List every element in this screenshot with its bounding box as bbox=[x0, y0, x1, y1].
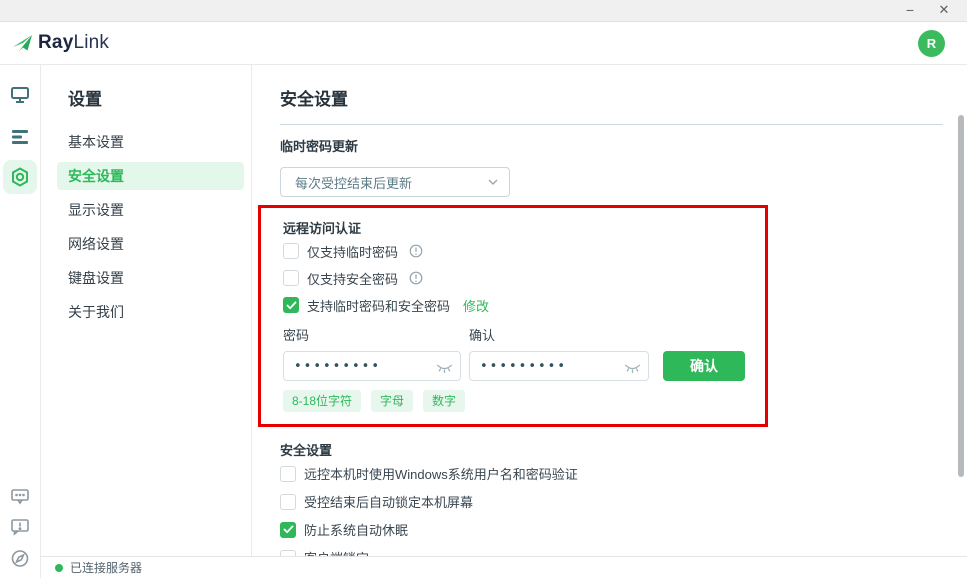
option-label: 仅支持临时密码 bbox=[307, 242, 398, 261]
rule-badge-length: 8-18位字符 bbox=[283, 390, 361, 412]
brand-arrow-icon bbox=[11, 32, 35, 54]
password-rules: 8-18位字符 字母 数字 bbox=[283, 390, 765, 412]
info-icon[interactable] bbox=[409, 244, 423, 258]
nav-item-security[interactable]: 安全设置 bbox=[57, 162, 244, 190]
app-header: RayLink R bbox=[0, 22, 967, 65]
avatar[interactable]: R bbox=[918, 30, 945, 57]
option-label: 远控本机时使用Windows系统用户名和密码验证 bbox=[304, 464, 578, 483]
brand-name-bold: Ray bbox=[38, 32, 73, 54]
nav-item-keyboard[interactable]: 键盘设置 bbox=[57, 264, 244, 292]
help-compass-icon[interactable] bbox=[11, 549, 30, 568]
checkbox-secure-only[interactable] bbox=[283, 270, 299, 286]
checkbox-temp-only[interactable] bbox=[283, 243, 299, 259]
chat-icon[interactable] bbox=[10, 488, 30, 506]
confirm-label: 确认 bbox=[469, 325, 649, 344]
password-field-group: 密码 bbox=[283, 325, 461, 381]
nav-item-display[interactable]: 显示设置 bbox=[57, 196, 244, 224]
scrollbar-thumb[interactable] bbox=[958, 115, 964, 477]
feedback-icon[interactable] bbox=[10, 518, 30, 536]
rule-badge-letters: 字母 bbox=[371, 390, 413, 412]
option-row-prevent-sleep: 防止系统自动休眠 bbox=[280, 516, 943, 543]
security-section-title: 安全设置 bbox=[280, 440, 943, 459]
option-label: 支持临时密码和安全密码 bbox=[307, 296, 450, 315]
app-window: − ✕ RayLink R bbox=[0, 0, 967, 578]
option-row-autolock: 受控结束后自动锁定本机屏幕 bbox=[280, 488, 943, 515]
connection-status-dot-icon bbox=[55, 564, 63, 572]
devices-icon[interactable] bbox=[10, 86, 30, 104]
eye-closed-icon[interactable] bbox=[436, 361, 453, 379]
nav-item-network[interactable]: 网络设置 bbox=[57, 230, 244, 258]
settings-nav: 设置 基本设置 安全设置 显示设置 网络设置 键盘设置 关于我们 bbox=[41, 65, 252, 556]
status-bar: 已连接服务器 bbox=[41, 556, 967, 578]
password-fields-row: 密码 bbox=[283, 325, 765, 381]
connection-status-text: 已连接服务器 bbox=[70, 559, 142, 576]
confirm-password-input[interactable] bbox=[469, 351, 649, 381]
chevron-down-icon bbox=[488, 179, 498, 185]
nav-item-basic[interactable]: 基本设置 bbox=[57, 128, 244, 156]
checkbox-both-passwords[interactable] bbox=[283, 297, 299, 313]
password-label: 密码 bbox=[283, 325, 461, 344]
option-row-windows-auth: 远控本机时使用Windows系统用户名和密码验证 bbox=[280, 460, 943, 487]
settings-gear-icon[interactable] bbox=[3, 160, 37, 194]
title-bar: − ✕ bbox=[0, 0, 967, 22]
confirm-button[interactable]: 确认 bbox=[663, 351, 745, 381]
confirm-field-group: 确认 bbox=[469, 325, 649, 381]
dropdown-selected-value: 每次受控结束后更新 bbox=[295, 173, 412, 192]
close-icon[interactable]: ✕ bbox=[927, 0, 961, 22]
title-divider bbox=[280, 124, 943, 125]
option-row-both-passwords: 支持临时密码和安全密码 修改 bbox=[283, 292, 765, 318]
temp-password-dropdown[interactable]: 每次受控结束后更新 bbox=[280, 167, 510, 197]
main-content: 安全设置 临时密码更新 每次受控结束后更新 远程访问认证 仅支持临时密码 bbox=[252, 65, 967, 556]
checkbox-windows-auth[interactable] bbox=[280, 466, 296, 482]
option-row-temp-only: 仅支持临时密码 bbox=[283, 238, 765, 264]
nav-title: 设置 bbox=[68, 85, 251, 110]
page-title: 安全设置 bbox=[280, 85, 943, 110]
option-label: 防止系统自动休眠 bbox=[304, 520, 408, 539]
eye-closed-icon[interactable] bbox=[624, 361, 641, 379]
option-label: 仅支持安全密码 bbox=[307, 269, 398, 288]
password-input[interactable] bbox=[283, 351, 461, 381]
checkbox-prevent-sleep[interactable] bbox=[280, 522, 296, 538]
remote-auth-title: 远程访问认证 bbox=[283, 218, 765, 237]
brand-logo: RayLink bbox=[11, 32, 109, 54]
remote-auth-highlight-box: 远程访问认证 仅支持临时密码 仅支持安全密码 bbox=[258, 205, 768, 427]
option-label: 受控结束后自动锁定本机屏幕 bbox=[304, 492, 473, 511]
nav-item-about[interactable]: 关于我们 bbox=[57, 298, 244, 326]
icon-rail bbox=[0, 65, 41, 578]
checkmark-icon bbox=[283, 525, 294, 534]
checkmark-icon bbox=[286, 301, 297, 310]
rule-badge-digits: 数字 bbox=[423, 390, 465, 412]
info-icon[interactable] bbox=[409, 271, 423, 285]
modify-link[interactable]: 修改 bbox=[463, 296, 489, 315]
session-list-icon[interactable] bbox=[11, 129, 29, 145]
minimize-icon[interactable]: − bbox=[893, 0, 927, 22]
checkbox-autolock[interactable] bbox=[280, 494, 296, 510]
option-row-secure-only: 仅支持安全密码 bbox=[283, 265, 765, 291]
temp-password-label: 临时密码更新 bbox=[280, 136, 943, 155]
brand-name-light: Link bbox=[73, 32, 109, 54]
